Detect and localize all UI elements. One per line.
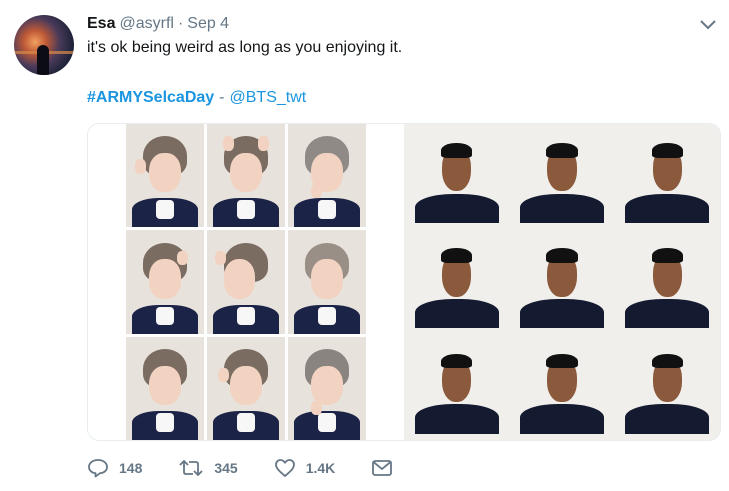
photo-tile	[615, 229, 720, 334]
photo-tile	[615, 124, 720, 229]
mention-link[interactable]: @BTS_twt	[230, 89, 307, 107]
photo-tile	[404, 335, 509, 440]
tweet-text: it's ok being weird as long as you enjoy…	[87, 39, 403, 56]
photo-tile	[615, 335, 720, 440]
user-handle[interactable]: @asyrfl	[119, 15, 173, 33]
separator-dot: ·	[177, 15, 184, 32]
photo-tile	[288, 124, 366, 228]
media-image-left[interactable]	[126, 124, 366, 440]
photo-tile	[509, 229, 614, 334]
tweet-media[interactable]	[87, 123, 721, 441]
photo-tile	[288, 336, 366, 440]
photo-tile	[404, 229, 509, 334]
photo-tile	[509, 124, 614, 229]
photo-tile	[404, 124, 509, 229]
hashtag-link[interactable]: #ARMYSelcaDay	[87, 89, 214, 107]
photo-tile	[126, 230, 204, 334]
reply-icon	[88, 459, 108, 478]
tweet-header: Esa @asyrfl · Sep 4	[87, 15, 229, 33]
reply-count: 148	[119, 460, 143, 476]
avatar[interactable]	[14, 15, 74, 75]
photo-tile	[126, 336, 204, 440]
like-icon	[274, 459, 295, 477]
tweet-actions: 148 345 1.4K	[87, 455, 429, 481]
dash-separator: -	[219, 89, 225, 106]
media-image-right[interactable]	[404, 124, 720, 440]
retweet-count: 345	[214, 460, 238, 476]
chevron-down-icon[interactable]	[699, 18, 717, 32]
direct-message-button[interactable]	[371, 459, 393, 477]
photo-tile	[288, 230, 366, 334]
like-button[interactable]: 1.4K	[274, 458, 336, 478]
photo-tile	[509, 335, 614, 440]
reply-button[interactable]: 148	[87, 458, 142, 478]
photo-tile	[207, 124, 285, 228]
display-name[interactable]: Esa	[87, 15, 115, 33]
dm-icon	[372, 460, 393, 476]
tweet-tags-line: #ARMYSelcaDay - @BTS_twt	[87, 89, 306, 107]
photo-tile	[207, 230, 285, 334]
photo-tile	[126, 124, 204, 228]
retweet-icon	[179, 459, 203, 477]
tweet-date[interactable]: Sep 4	[187, 15, 229, 33]
retweet-button[interactable]: 345	[178, 458, 238, 478]
like-count: 1.4K	[305, 460, 336, 476]
photo-tile	[207, 336, 285, 440]
